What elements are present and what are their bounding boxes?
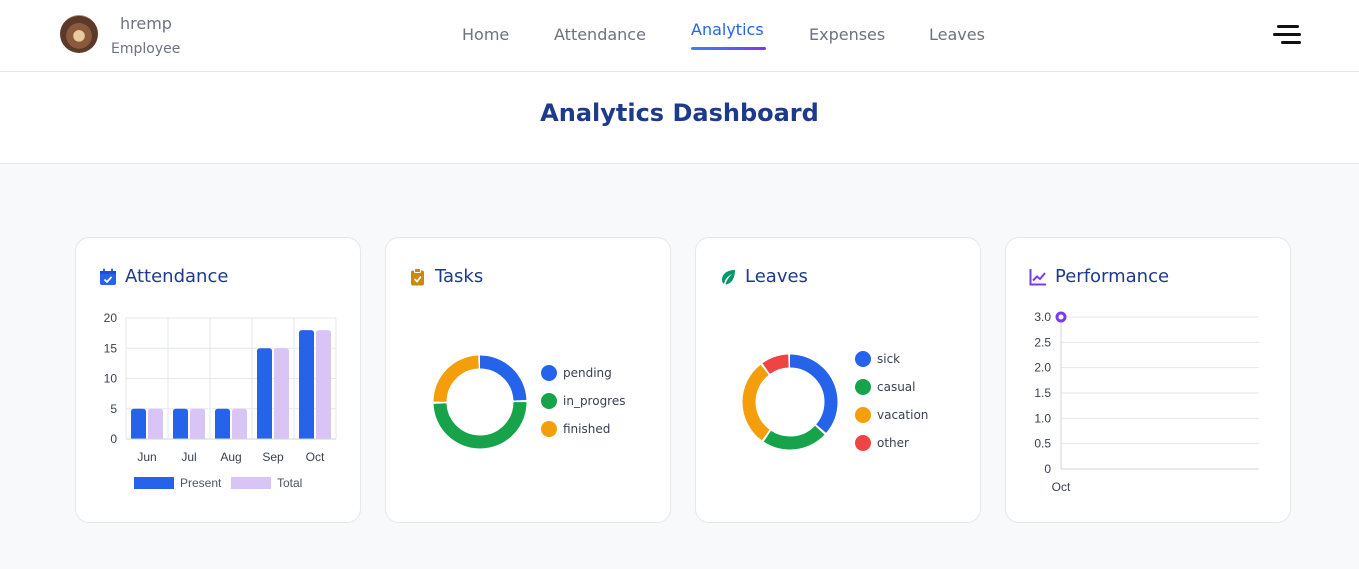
nav-leaves[interactable]: Leaves (929, 25, 985, 44)
x-tick-label: Oct (1052, 480, 1071, 494)
bar-present (215, 408, 230, 439)
x-tick-label: Aug (220, 450, 241, 464)
legend-label: vacation (877, 408, 929, 422)
legend-item-in_progres[interactable]: in_progres (541, 393, 626, 409)
y-tick-label: 0 (1044, 462, 1051, 476)
legend-label: Present (180, 476, 222, 490)
y-tick-label: 1.0 (1034, 411, 1051, 425)
nav-analytics[interactable]: Analytics (691, 20, 764, 39)
tasks-doughnut-chart (433, 355, 527, 449)
tasks-card: Tasks pending in_progres finished (385, 237, 671, 523)
legend-swatch (134, 477, 174, 489)
legend-item-sick[interactable]: sick (855, 351, 900, 367)
data-point (1055, 311, 1067, 323)
y-tick-label: 2.5 (1034, 335, 1051, 349)
top-navbar: hremp Employee Home Attendance Analytics… (0, 0, 1359, 72)
performance-card: Performance 0 0.5 1.0 1.5 2.0 2.5 3.0 Oct (1005, 237, 1291, 523)
legend-dot (541, 421, 557, 437)
y-tick-label: 1.5 (1034, 386, 1051, 400)
active-tab-indicator (691, 47, 766, 50)
legend-item-casual[interactable]: casual (855, 379, 916, 395)
y-tick-label: 0.5 (1034, 437, 1051, 451)
leaves-doughnut-chart (742, 354, 838, 450)
legend-dot (541, 393, 557, 409)
x-tick-label: Sep (262, 450, 284, 464)
user-name: hremp (120, 14, 172, 33)
legend-item-other[interactable]: other (855, 435, 909, 451)
y-tick-label: 2.0 (1034, 361, 1051, 375)
nav-attendance[interactable]: Attendance (554, 25, 646, 44)
legend-label: casual (877, 380, 916, 394)
bar-present (257, 348, 272, 439)
legend-dot (541, 365, 557, 381)
y-tick-label: 10 (104, 372, 118, 386)
y-tick-label: 20 (104, 311, 118, 325)
legend-dot (855, 379, 871, 395)
page-title: Analytics Dashboard (540, 99, 819, 127)
user-role: Employee (111, 41, 181, 57)
bar-present (131, 408, 146, 439)
legend-dot (855, 407, 871, 423)
x-tick-label: Oct (306, 450, 325, 464)
legend-label: Total (277, 476, 302, 490)
legend-label: in_progres (563, 394, 626, 408)
legend-label: sick (877, 352, 901, 366)
bar-present (299, 330, 314, 439)
legend-swatch (231, 477, 271, 489)
legend-item-finished[interactable]: finished (541, 421, 610, 437)
y-tick-label: 15 (104, 341, 118, 355)
attendance-bar-chart: 0 5 10 15 20 Jun Jul Aug Sep Oct Present Total (104, 311, 337, 490)
y-tick-label: 5 (110, 402, 117, 416)
bar-present (173, 408, 188, 439)
legend-label: other (877, 436, 909, 450)
bar-total (232, 408, 247, 439)
avatar[interactable] (60, 15, 98, 53)
bar-total (190, 408, 205, 439)
legend-item-pending[interactable]: pending (541, 365, 612, 381)
y-tick-label: 3.0 (1034, 310, 1051, 324)
y-tick-label: 0 (110, 432, 117, 446)
x-tick-label: Jun (137, 450, 156, 464)
page-header: Analytics Dashboard (0, 72, 1359, 164)
x-tick-label: Jul (181, 450, 196, 464)
leaves-card: Leaves sick casual vacation other (695, 237, 981, 523)
performance-line-chart: 0 0.5 1.0 1.5 2.0 2.5 3.0 Oct (1034, 310, 1259, 494)
legend-label: pending (563, 366, 612, 380)
attendance-card: Attendance 0 5 10 15 20 Jun Jul Aug Sep Oct Presen… (75, 237, 361, 523)
nav-expenses[interactable]: Expenses (809, 25, 885, 44)
bar-total (316, 330, 331, 439)
legend-dot (855, 435, 871, 451)
nav-home[interactable]: Home (462, 25, 509, 44)
legend-label: finished (563, 422, 611, 436)
bar-total (148, 408, 163, 439)
bar-total (274, 348, 289, 439)
legend-item-vacation[interactable]: vacation (855, 407, 928, 423)
legend-dot (855, 351, 871, 367)
menu-icon[interactable] (1273, 24, 1301, 46)
